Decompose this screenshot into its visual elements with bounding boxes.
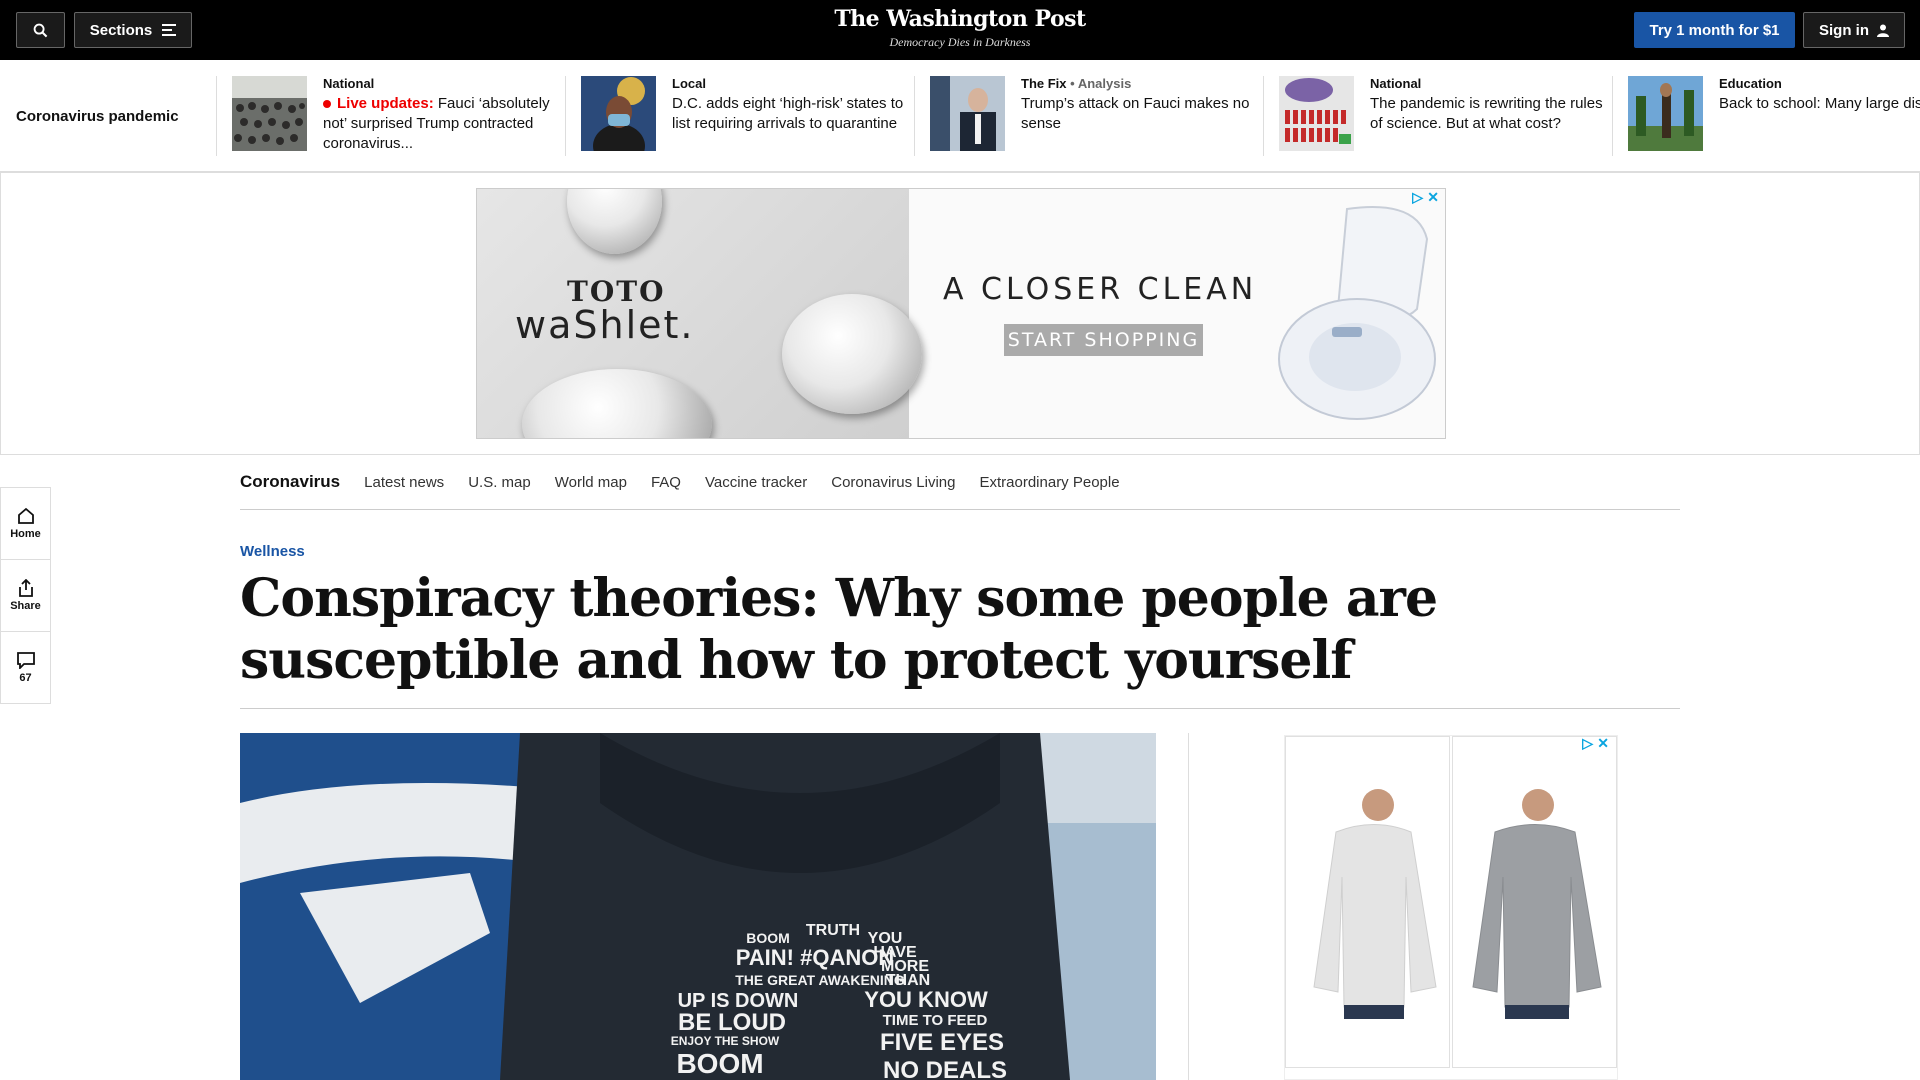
- strip-kicker[interactable]: National: [1370, 76, 1612, 92]
- strip-headline[interactable]: Back to school: Many large districts are…: [1719, 94, 1920, 114]
- subnav-item-world-map[interactable]: World map: [555, 474, 627, 491]
- strip-thumbnail[interactable]: [232, 76, 307, 151]
- strip-thumbnail[interactable]: [1628, 76, 1703, 151]
- hoodie-text: TIME TO FEED: [883, 1012, 988, 1029]
- coronavirus-trending-strip: Coronavirus pandemic National Live updat…: [0, 60, 1920, 172]
- hoodie-text: BOOM: [676, 1048, 763, 1079]
- ad-cta-button[interactable]: START SHOPPING: [1004, 324, 1203, 356]
- strip-item[interactable]: National Live updates: Fauci ‘absolutely…: [216, 76, 565, 156]
- grey-shirt-image: [1472, 789, 1602, 1019]
- ad-product-card[interactable]: [1285, 736, 1450, 1068]
- subnav-item-latest-news[interactable]: Latest news: [364, 474, 444, 491]
- strip-headline[interactable]: Trump’s attack on Fauci makes no sense: [1021, 94, 1263, 134]
- hoodie-text: FIVE EYES: [880, 1029, 1004, 1056]
- hoodie-text: PAIN! #QANON: [736, 945, 895, 970]
- strip-item[interactable]: Local D.C. adds eight ‘high-risk’ states…: [565, 76, 914, 156]
- user-icon: [1877, 24, 1889, 37]
- strip-headline[interactable]: Live updates: Fauci ‘absolutely not’ sur…: [323, 94, 565, 154]
- site-logo[interactable]: The Washington Post: [0, 6, 1920, 32]
- analysis-label: • Analysis: [1070, 76, 1132, 91]
- subnav-item-extraordinary-people[interactable]: Extraordinary People: [979, 474, 1119, 491]
- subscribe-button[interactable]: Try 1 month for $1: [1634, 12, 1795, 48]
- share-icon: [18, 579, 33, 597]
- ad-headline: A CLOSER CLEAN: [943, 272, 1258, 307]
- share-rail-button[interactable]: Share: [0, 559, 51, 632]
- strip-kicker-text: The Fix: [1021, 76, 1067, 91]
- strip-item[interactable]: National The pandemic is rewriting the r…: [1263, 76, 1612, 156]
- subnav-item-us-map[interactable]: U.S. map: [468, 474, 531, 491]
- ad-close-icon[interactable]: ✕: [1427, 189, 1439, 206]
- sign-in-button[interactable]: Sign in: [1803, 12, 1905, 48]
- strip-headline[interactable]: The pandemic is rewriting the rules of s…: [1370, 94, 1612, 134]
- strip-label[interactable]: Coronavirus pandemic: [16, 108, 179, 125]
- ad-close-icon[interactable]: ✕: [1597, 735, 1609, 752]
- hoodie-text: BOOM: [746, 930, 790, 946]
- ad-product-logo: waShlet.: [515, 303, 695, 347]
- hoodie-text: NO DEALS: [883, 1057, 1007, 1080]
- washlet-ad[interactable]: TOTO waShlet. A CLOSER CLEAN START SHOPP…: [476, 188, 1446, 439]
- white-shirt-image: [1313, 789, 1437, 1019]
- ad-product-card[interactable]: [1452, 736, 1617, 1068]
- adchoices-icon[interactable]: ▷: [1582, 735, 1593, 752]
- toilet-seat-image: [1278, 206, 1436, 420]
- water-drop-image: [567, 189, 662, 254]
- home-icon: [17, 507, 34, 524]
- subnav-item-faq[interactable]: FAQ: [651, 474, 681, 491]
- article-headline: Conspiracy theories: Why some people are…: [240, 568, 1438, 691]
- hoodie-photo: TRUTH BOOM YOU PAIN! #QANON HAVE MORE TH…: [240, 733, 1156, 1080]
- live-label: Live updates:: [337, 95, 434, 112]
- subnav-item-coronavirus[interactable]: Coronavirus: [240, 472, 340, 492]
- home-label: Home: [10, 528, 41, 540]
- strip-kicker[interactable]: Education: [1719, 76, 1920, 92]
- strip-item[interactable]: The Fix • Analysis Trump’s attack on Fau…: [914, 76, 1263, 156]
- water-drop-image: [782, 294, 922, 414]
- coronavirus-subnav: Coronavirus Latest news U.S. map World m…: [240, 455, 1680, 510]
- strip-headline[interactable]: D.C. adds eight ‘high-risk’ states to li…: [672, 94, 914, 134]
- hoodie-text: ENJOY THE SHOW: [671, 1034, 780, 1048]
- hoodie-text: THE GREAT AWAKENING: [735, 972, 905, 988]
- subnav-item-vaccine-tracker[interactable]: Vaccine tracker: [705, 474, 807, 491]
- hoodie-text: BE LOUD: [678, 1009, 786, 1036]
- strip-item[interactable]: Education Back to school: Many large dis…: [1612, 76, 1920, 156]
- strip-kicker[interactable]: The Fix • Analysis: [1021, 76, 1263, 92]
- site-tagline: Democracy Dies in Darkness: [889, 35, 1031, 49]
- hoodie-text: YOU KNOW: [864, 987, 988, 1012]
- strip-thumbnail[interactable]: [1279, 76, 1354, 151]
- strip-thumbnail[interactable]: [581, 76, 656, 151]
- strip-thumbnail[interactable]: [930, 76, 1005, 151]
- shirts-ad[interactable]: ▷ ✕: [1284, 735, 1618, 1080]
- home-rail-button[interactable]: Home: [0, 487, 51, 560]
- share-label: Share: [10, 600, 41, 612]
- strip-kicker[interactable]: National: [323, 76, 565, 92]
- headline-divider: [240, 708, 1680, 709]
- sign-in-label: Sign in: [1819, 21, 1869, 39]
- comment-count: 67: [19, 671, 32, 684]
- adchoices-icon[interactable]: ▷: [1412, 189, 1423, 206]
- comment-icon: [16, 651, 35, 669]
- comments-rail-button[interactable]: 67: [0, 631, 51, 704]
- live-dot-icon: [323, 100, 331, 109]
- top-ad-container: TOTO waShlet. A CLOSER CLEAN START SHOPP…: [0, 172, 1920, 455]
- subnav-item-coronavirus-living[interactable]: Coronavirus Living: [831, 474, 955, 491]
- article-section-label[interactable]: Wellness: [240, 543, 305, 560]
- top-navigation-bar: Sections The Washington Post Democracy D…: [0, 0, 1920, 60]
- column-divider: [1188, 733, 1189, 1080]
- masthead[interactable]: The Washington Post Democracy Dies in Da…: [0, 6, 1920, 50]
- water-drop-image: [522, 369, 712, 438]
- article-hero-image[interactable]: TRUTH BOOM YOU PAIN! #QANON HAVE MORE TH…: [240, 733, 1156, 1080]
- hoodie-text: TRUTH: [806, 922, 860, 939]
- strip-kicker[interactable]: Local: [672, 76, 914, 92]
